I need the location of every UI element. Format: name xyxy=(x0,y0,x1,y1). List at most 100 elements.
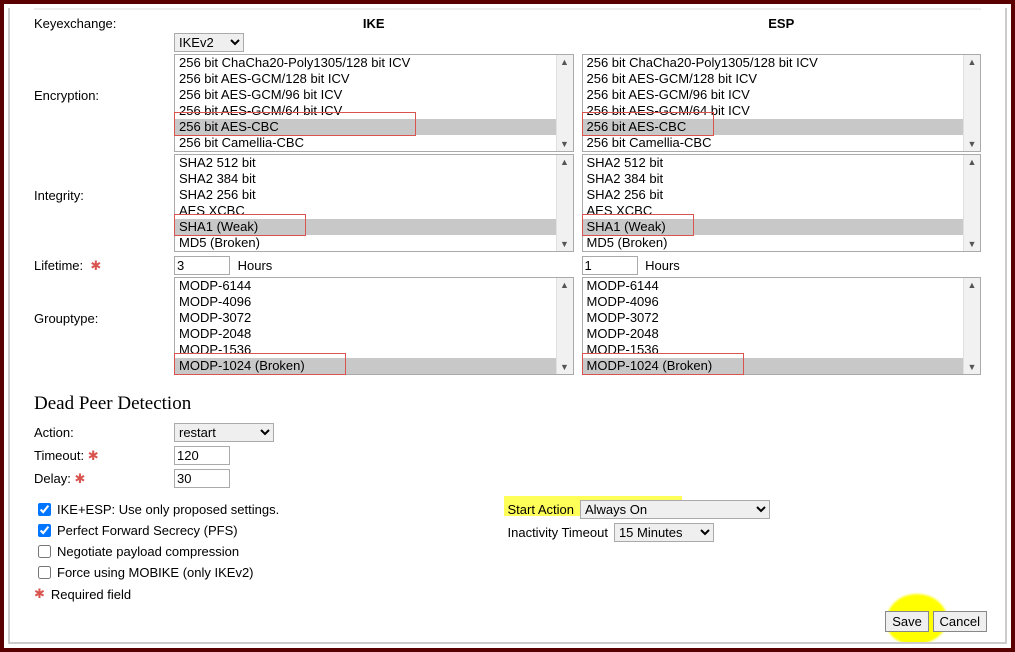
keyexchange-select[interactable]: IKEv2 xyxy=(174,33,244,52)
chk-mobike[interactable] xyxy=(38,566,51,579)
esp-column-header: ESP xyxy=(582,14,982,35)
list-items: 256 bit ChaCha20-Poly1305/128 bit ICV256… xyxy=(583,55,964,151)
scroll-down-icon[interactable]: ▼ xyxy=(968,360,977,374)
dpd-action-select[interactable]: restart xyxy=(174,423,274,442)
list-item[interactable]: SHA2 512 bit xyxy=(175,155,556,171)
scroll-down-icon[interactable]: ▼ xyxy=(968,137,977,151)
scroll-down-icon[interactable]: ▼ xyxy=(560,137,569,151)
scrollbar[interactable]: ▲▼ xyxy=(963,55,980,151)
scrollbar[interactable]: ▲▼ xyxy=(556,55,573,151)
esp-lifetime-input[interactable] xyxy=(582,256,638,275)
chk-payload-comp[interactable] xyxy=(38,545,51,558)
ike-lifetime-input[interactable] xyxy=(174,256,230,275)
list-item[interactable]: 256 bit AES-GCM/128 bit ICV xyxy=(175,71,556,87)
label-action: Action: xyxy=(34,423,174,440)
list-item[interactable]: MODP-6144 xyxy=(583,278,964,294)
label-delay: Delay: ✱ xyxy=(34,469,174,487)
scroll-down-icon[interactable]: ▼ xyxy=(968,237,977,251)
list-item[interactable]: MODP-6144 xyxy=(175,278,556,294)
inactivity-label: Inactivity Timeout xyxy=(508,525,608,540)
list-item[interactable]: SHA2 384 bit xyxy=(175,171,556,187)
list-item[interactable]: 256 bit AES-GCM/64 bit ICV xyxy=(583,103,964,119)
list-item[interactable]: SHA1 (Weak) xyxy=(583,219,964,235)
save-button[interactable]: Save xyxy=(885,611,929,632)
scroll-down-icon[interactable]: ▼ xyxy=(560,360,569,374)
dpd-timeout-row: Timeout: ✱ xyxy=(34,446,981,465)
button-bar: Save Cancel xyxy=(885,611,987,632)
list-item[interactable]: 256 bit AES-GCM/64 bit ICV xyxy=(175,103,556,119)
lifetime-row: Lifetime: ✱ Hours Hours xyxy=(34,256,981,275)
scrollbar[interactable]: ▲▼ xyxy=(963,278,980,374)
list-item[interactable]: 256 bit Camellia-CBC xyxy=(583,135,964,151)
chk-payload-comp-label: Negotiate payload compression xyxy=(57,544,239,559)
scrollbar[interactable]: ▲▼ xyxy=(963,155,980,251)
label-timeout: Timeout: ✱ xyxy=(34,446,174,464)
scroll-up-icon[interactable]: ▲ xyxy=(560,55,569,69)
scroll-down-icon[interactable]: ▼ xyxy=(560,237,569,251)
required-legend: ✱ Required field xyxy=(34,586,508,602)
encryption-label: Encryption: xyxy=(34,88,99,103)
integrity-row: Integrity: SHA2 512 bitSHA2 384 bitSHA2 … xyxy=(34,154,981,252)
chk-pfs[interactable] xyxy=(38,524,51,537)
list-item[interactable]: MODP-3072 xyxy=(583,310,964,326)
app-frame: Keyexchange: IKE ESP IKEv2 Encryption: xyxy=(0,0,1015,652)
esp-encryption-listbox[interactable]: 256 bit ChaCha20-Poly1305/128 bit ICV256… xyxy=(582,54,982,152)
list-item[interactable]: SHA2 256 bit xyxy=(175,187,556,203)
keyexchange-row: IKEv2 xyxy=(34,33,981,52)
scroll-up-icon[interactable]: ▲ xyxy=(968,55,977,69)
scroll-up-icon[interactable]: ▲ xyxy=(968,155,977,169)
list-items: MODP-6144MODP-4096MODP-3072MODP-2048MODP… xyxy=(583,278,964,374)
list-item[interactable]: MODP-4096 xyxy=(583,294,964,310)
list-item[interactable]: MODP-1536 xyxy=(175,342,556,358)
esp-grouptype-listbox[interactable]: MODP-6144MODP-4096MODP-3072MODP-2048MODP… xyxy=(582,277,982,375)
scroll-up-icon[interactable]: ▲ xyxy=(560,278,569,292)
chk-pfs-label: Perfect Forward Secrecy (PFS) xyxy=(57,523,238,538)
grouptype-label: Grouptype: xyxy=(34,311,98,326)
chk-mobike-label: Force using MOBIKE (only IKEv2) xyxy=(57,565,254,580)
list-item[interactable]: SHA2 512 bit xyxy=(583,155,964,171)
list-item[interactable]: SHA1 (Weak) xyxy=(175,219,556,235)
label-grouptype: Grouptype: xyxy=(34,277,174,326)
label-integrity: Integrity: xyxy=(34,154,174,203)
list-item[interactable]: MODP-2048 xyxy=(175,326,556,342)
list-item[interactable]: MODP-1024 (Broken) xyxy=(175,358,556,374)
dpd-delay-input[interactable] xyxy=(174,469,230,488)
ike-grouptype-listbox[interactable]: MODP-6144MODP-4096MODP-3072MODP-2048MODP… xyxy=(174,277,574,375)
list-item[interactable]: 256 bit ChaCha20-Poly1305/128 bit ICV xyxy=(583,55,964,71)
list-item[interactable]: MD5 (Broken) xyxy=(583,235,964,251)
scroll-up-icon[interactable]: ▲ xyxy=(560,155,569,169)
scrollbar[interactable]: ▲▼ xyxy=(556,278,573,374)
list-item[interactable]: SHA2 384 bit xyxy=(583,171,964,187)
dpd-timeout-input[interactable] xyxy=(174,446,230,465)
list-item[interactable]: MODP-4096 xyxy=(175,294,556,310)
list-item[interactable]: 256 bit AES-CBC xyxy=(583,119,964,135)
cancel-button[interactable]: Cancel xyxy=(933,611,987,632)
list-item[interactable]: SHA2 256 bit xyxy=(583,187,964,203)
list-item[interactable]: 256 bit AES-GCM/128 bit ICV xyxy=(583,71,964,87)
list-item[interactable]: MD5 (Broken) xyxy=(175,235,556,251)
start-action-select[interactable]: Always On xyxy=(580,500,770,519)
inactivity-select[interactable]: 15 Minutes xyxy=(614,523,714,542)
chk-mobike-row: Force using MOBIKE (only IKEv2) xyxy=(34,563,508,582)
list-item[interactable]: AES XCBC xyxy=(583,203,964,219)
grouptype-row: Grouptype: MODP-6144MODP-4096MODP-3072MO… xyxy=(34,277,981,375)
scroll-up-icon[interactable]: ▲ xyxy=(968,278,977,292)
list-item[interactable]: AES XCBC xyxy=(175,203,556,219)
list-item[interactable]: MODP-3072 xyxy=(175,310,556,326)
chk-ike-esp-only[interactable] xyxy=(38,503,51,516)
list-item[interactable]: MODP-2048 xyxy=(583,326,964,342)
list-item[interactable]: 256 bit Camellia-CBC xyxy=(175,135,556,151)
list-item[interactable]: 256 bit AES-CBC xyxy=(175,119,556,135)
list-item[interactable]: MODP-1536 xyxy=(583,342,964,358)
scrollbar[interactable]: ▲▼ xyxy=(556,155,573,251)
divider xyxy=(34,8,981,10)
list-item[interactable]: 256 bit AES-GCM/96 bit ICV xyxy=(583,87,964,103)
label-lifetime: Lifetime: ✱ xyxy=(34,256,174,274)
list-item[interactable]: MODP-1024 (Broken) xyxy=(583,358,964,374)
chk-payload-comp-row: Negotiate payload compression xyxy=(34,542,508,561)
list-item[interactable]: 256 bit AES-GCM/96 bit ICV xyxy=(175,87,556,103)
list-item[interactable]: 256 bit ChaCha20-Poly1305/128 bit ICV xyxy=(175,55,556,71)
esp-integrity-listbox[interactable]: SHA2 512 bitSHA2 384 bitSHA2 256 bitAES … xyxy=(582,154,982,252)
ike-encryption-listbox[interactable]: 256 bit ChaCha20-Poly1305/128 bit ICV256… xyxy=(174,54,574,152)
ike-integrity-listbox[interactable]: SHA2 512 bitSHA2 384 bitSHA2 256 bitAES … xyxy=(174,154,574,252)
